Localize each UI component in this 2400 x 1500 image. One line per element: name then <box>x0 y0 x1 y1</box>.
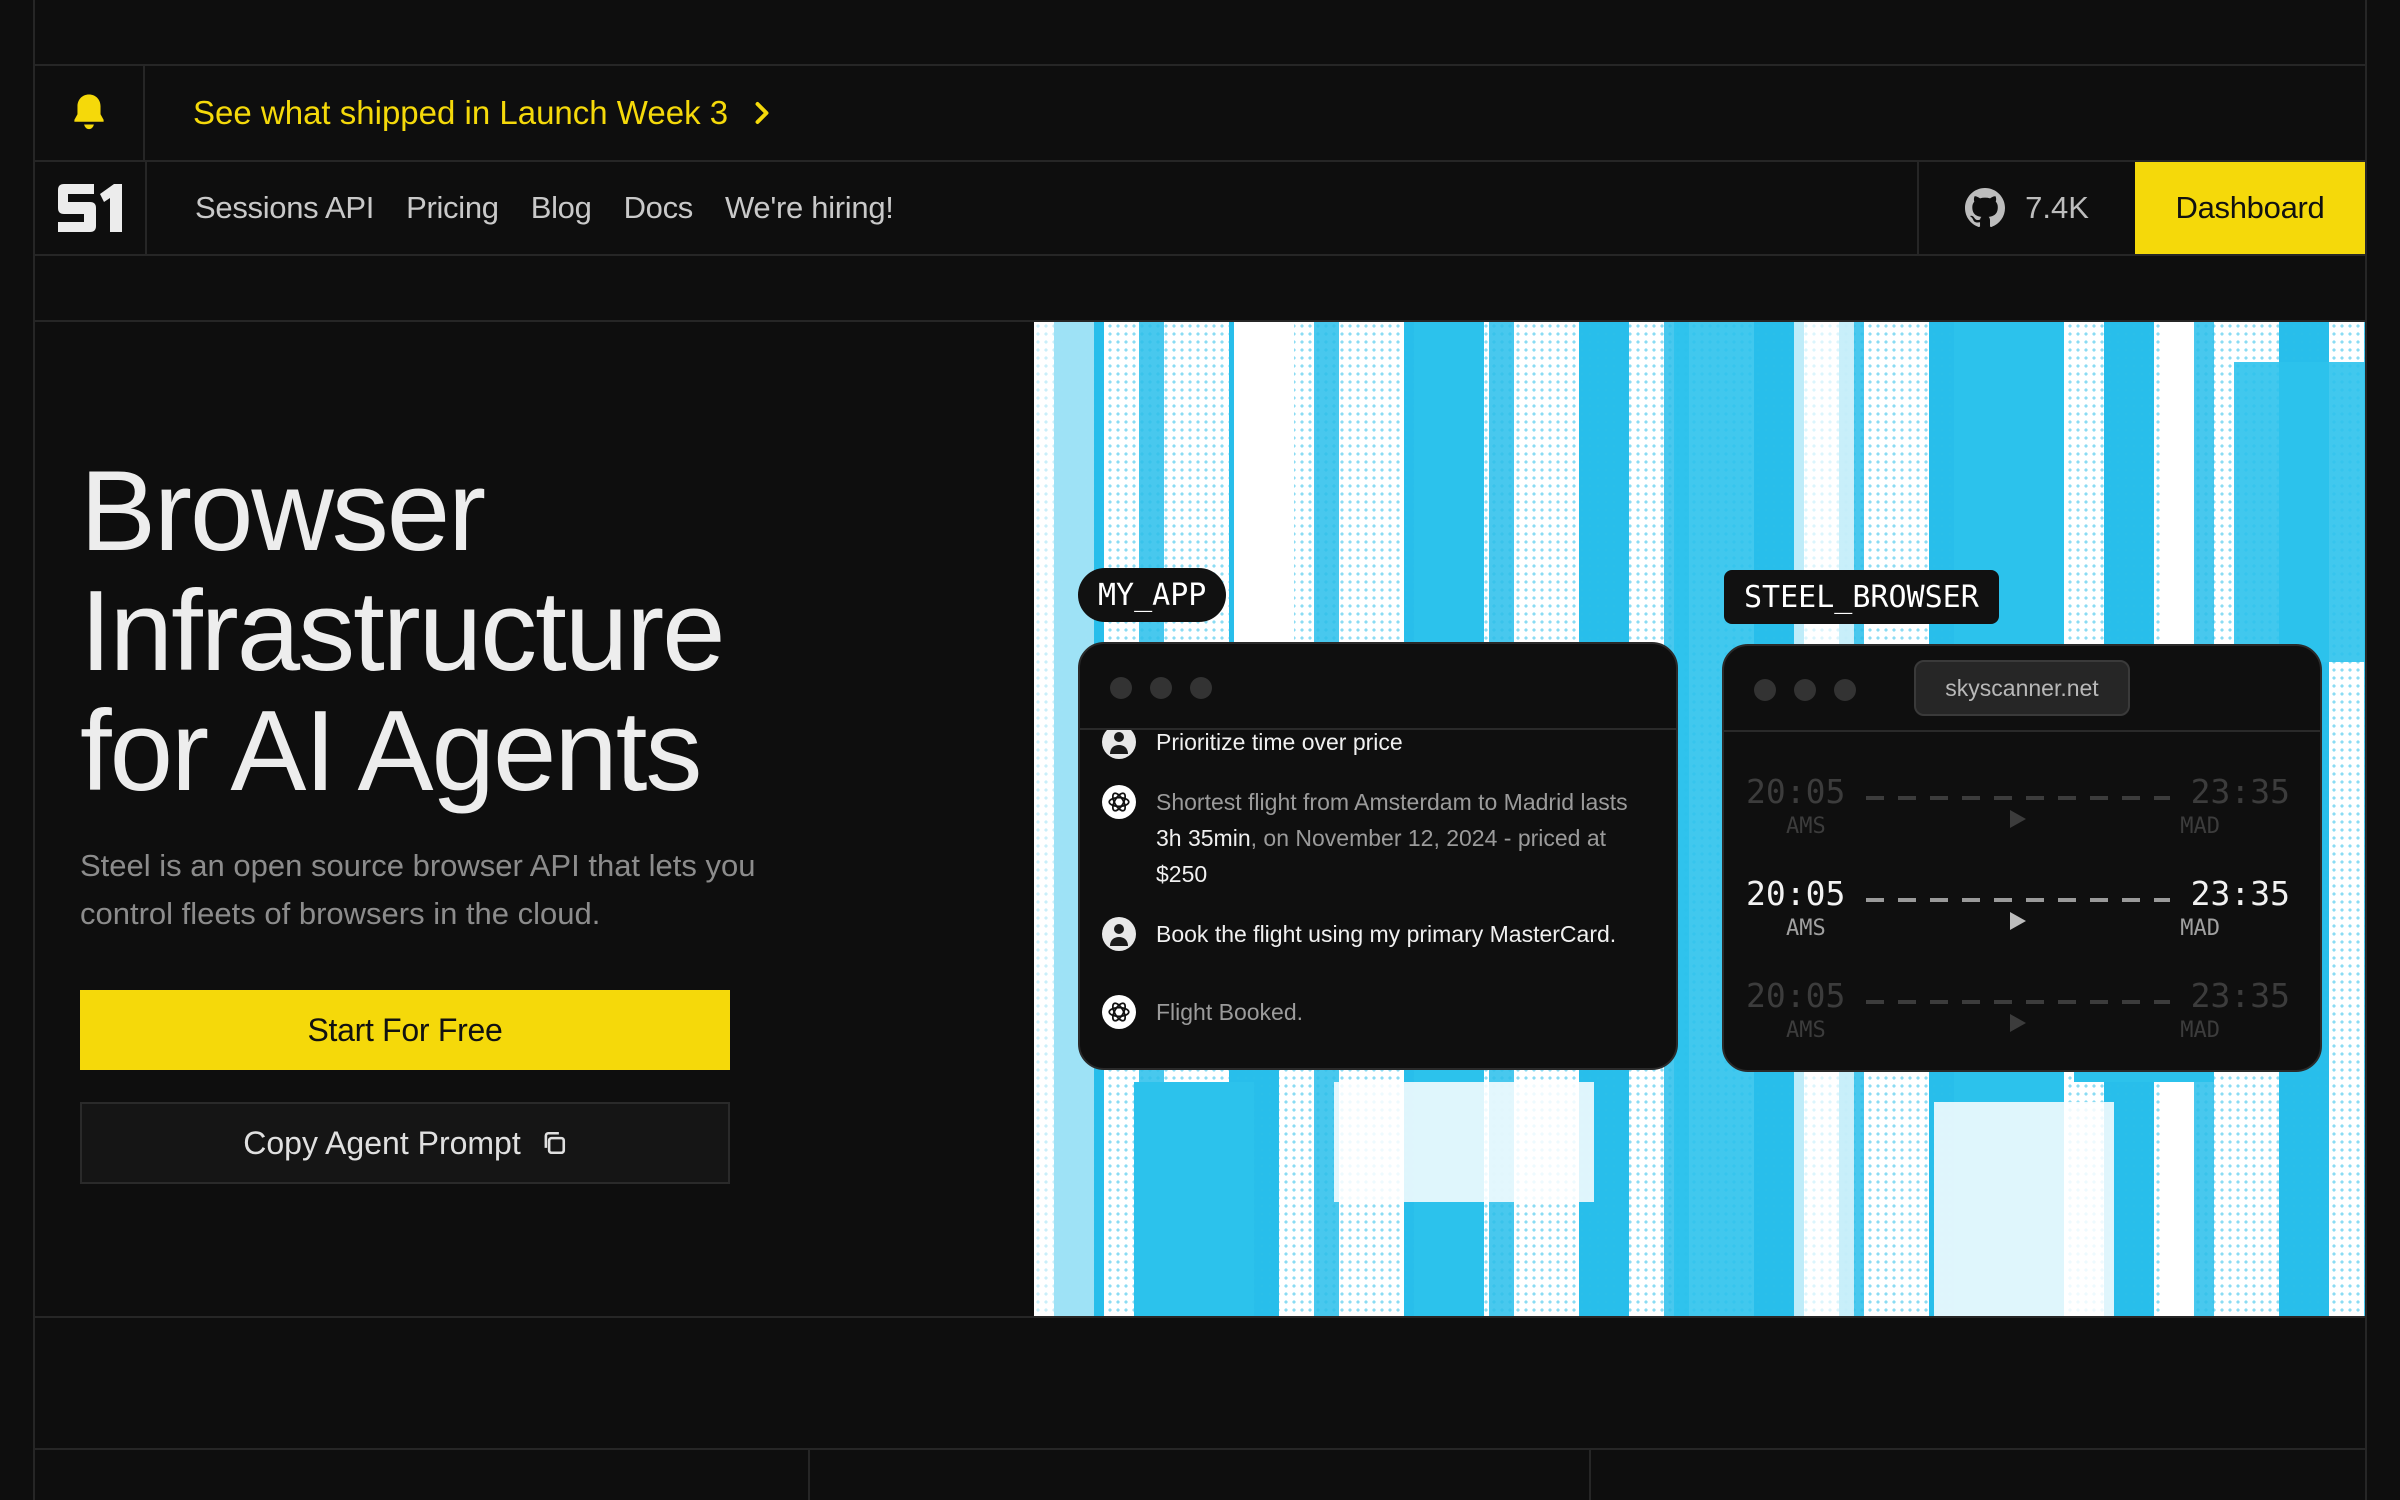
nav-hiring[interactable]: We're hiring! <box>725 190 894 226</box>
chat-text-highlight: $250 <box>1156 861 1208 887</box>
departure-time: 20:05 <box>1746 772 1846 811</box>
arrival-airport: MAD <box>2180 916 2220 941</box>
chat-message-text: Book the flight using my primary MasterC… <box>1156 921 1617 947</box>
my-app-tag: MY_APP <box>1078 568 1227 622</box>
app-chat-window: Prioritize time over price Shortest flig… <box>1078 642 1678 1070</box>
openai-icon <box>1102 995 1136 1029</box>
flight-row-selected[interactable]: 20:05 AMS 23:35 MAD <box>1746 874 2290 944</box>
route-line <box>1866 898 2170 938</box>
github-icon <box>1965 188 2006 228</box>
user-avatar <box>1102 730 1136 759</box>
arrival-time: 23:35 <box>2190 976 2290 1015</box>
arrival-airport: MAD <box>2180 814 2220 839</box>
github-star-count: 7.4K <box>2025 190 2089 225</box>
chat-message-user: Prioritize time over price <box>1102 730 1646 760</box>
nav-links: Sessions API Pricing Blog Docs We're hir… <box>195 190 894 226</box>
departure-airport: AMS <box>1786 814 1826 839</box>
announcement-bar: See what shipped in Launch Week 3 <box>35 66 2365 160</box>
departure-airport: AMS <box>1786 1018 1826 1043</box>
departure-time: 20:05 <box>1746 874 1846 913</box>
arrival-time: 23:35 <box>2190 874 2290 913</box>
openai-icon <box>1102 785 1136 819</box>
user-avatar <box>1102 917 1136 951</box>
arrival-airport: MAD <box>2180 1018 2220 1043</box>
window-dot <box>1794 679 1816 701</box>
divider <box>33 1448 2367 1450</box>
pattern-block <box>1234 322 1294 652</box>
divider <box>33 254 2367 256</box>
chevron-right-icon <box>754 101 770 125</box>
nav-blog[interactable]: Blog <box>531 190 592 226</box>
route-line <box>1866 1000 2170 1040</box>
hero-subtitle: Steel is an open source browser API that… <box>80 848 756 931</box>
github-stars-link[interactable]: 7.4K <box>1917 162 2135 254</box>
nav-pricing[interactable]: Pricing <box>406 190 499 226</box>
steel-browser-window: skyscanner.net 20:05 AMS 23:35 MAD 20:05… <box>1722 644 2322 1072</box>
departure-airport: AMS <box>1786 916 1826 941</box>
pattern-block <box>1934 1102 2114 1316</box>
divider <box>33 1316 2367 1318</box>
pattern-block <box>1134 1082 1254 1316</box>
departure-time: 20:05 <box>1746 976 1846 1015</box>
grid-divider <box>808 1450 810 1500</box>
bell-cell <box>35 66 145 160</box>
chat-text-part: Shortest flight from Amsterdam to Madrid… <box>1156 789 1628 815</box>
window-dot <box>1150 677 1172 699</box>
chat-text-highlight: 3h 35min <box>1156 825 1251 851</box>
plane-arrow-icon <box>2010 1014 2026 1032</box>
logo-link[interactable] <box>35 162 147 254</box>
nav-sessions-api[interactable]: Sessions API <box>195 190 374 226</box>
bell-icon <box>74 94 104 130</box>
chat-message-text: Shortest flight from Amsterdam to Madrid… <box>1156 784 1646 892</box>
chat-message-text: Flight Booked. <box>1156 999 1304 1025</box>
window-titlebar <box>1080 644 1676 730</box>
window-dot <box>1754 679 1776 701</box>
chat-text-part: , on November 12, 2024 - priced at <box>1250 825 1607 851</box>
chat-message-bot: Shortest flight from Amsterdam to Madrid… <box>1102 784 1646 892</box>
pattern-block <box>1334 1082 1594 1202</box>
chat-message-text: Prioritize time over price <box>1156 730 1403 755</box>
window-dot <box>1190 677 1212 699</box>
browser-url-bar[interactable]: skyscanner.net <box>1914 660 2130 716</box>
route-line <box>1866 796 2170 836</box>
nav-right: 7.4K Dashboard <box>1917 162 2365 254</box>
announcement-text: See what shipped in Launch Week 3 <box>193 94 729 131</box>
chat-thread: Prioritize time over price Shortest flig… <box>1080 730 1676 1068</box>
pattern-block <box>2234 362 2365 662</box>
steel-browser-tag: STEEL_BROWSER <box>1724 570 1999 624</box>
flight-row[interactable]: 20:05 AMS 23:35 MAD <box>1746 976 2290 1046</box>
hero-title: Browser Infrastructure for AI Agents <box>80 448 726 815</box>
plane-arrow-icon <box>2010 810 2026 828</box>
nav-docs[interactable]: Docs <box>624 190 694 226</box>
launch-week-link[interactable]: See what shipped in Launch Week 3 <box>193 94 770 132</box>
chat-message-user: Book the flight using my primary MasterC… <box>1102 916 1646 952</box>
copy-icon <box>544 1131 565 1155</box>
window-dot <box>1834 679 1856 701</box>
dashboard-button[interactable]: Dashboard <box>2135 162 2365 254</box>
start-free-button[interactable]: Start For Free <box>80 990 730 1070</box>
top-nav: Sessions API Pricing Blog Docs We're hir… <box>35 162 2365 254</box>
grid-divider <box>1589 1450 1591 1500</box>
plane-arrow-icon <box>2010 912 2026 930</box>
arrival-time: 23:35 <box>2190 772 2290 811</box>
hero-illustration: MY_APP STEEL_BROWSER Prioritize time ove… <box>1034 322 2365 1316</box>
steel-logo-icon <box>58 184 122 232</box>
copy-agent-prompt-button[interactable]: Copy Agent Prompt <box>80 1102 730 1184</box>
copy-agent-prompt-label: Copy Agent Prompt <box>243 1124 521 1161</box>
chat-message-bot: Flight Booked. <box>1102 994 1646 1030</box>
window-titlebar: skyscanner.net <box>1724 646 2320 732</box>
flight-row[interactable]: 20:05 AMS 23:35 MAD <box>1746 772 2290 842</box>
window-dot <box>1110 677 1132 699</box>
